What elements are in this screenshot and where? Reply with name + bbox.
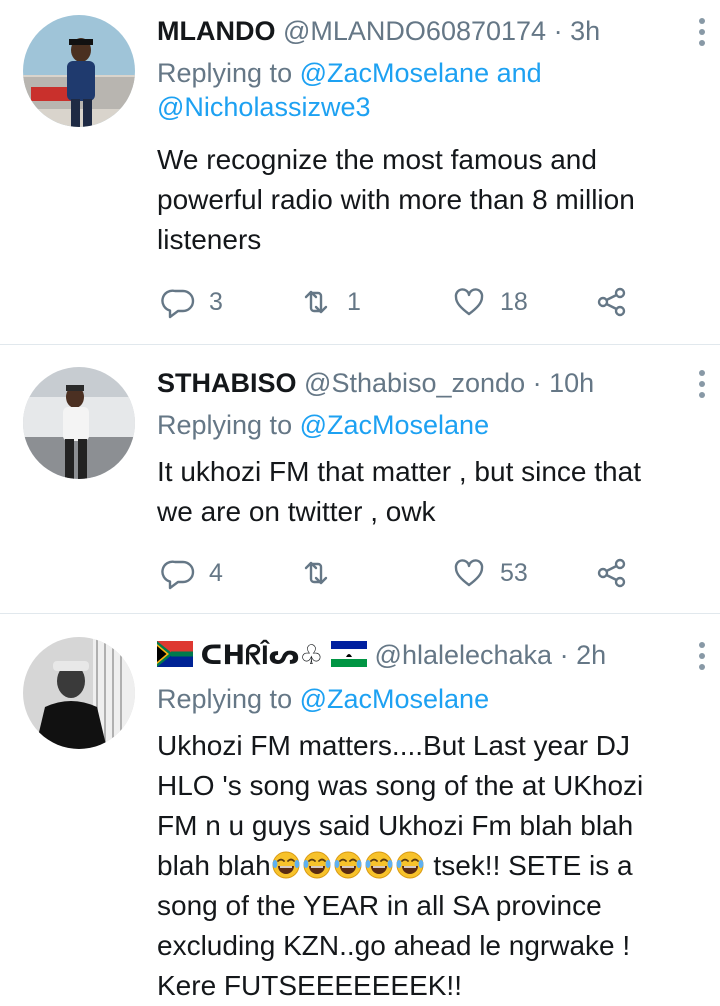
text-line: HLO 's song was song of the at UKhozi bbox=[157, 770, 644, 801]
avatar[interactable] bbox=[23, 637, 135, 749]
face-with-tears-of-joy-icon bbox=[395, 851, 424, 879]
text-fragment: blah blah bbox=[157, 850, 271, 881]
display-name[interactable]: ᑕᕼᖇÎᔕ♧ bbox=[201, 640, 324, 670]
mention-link[interactable]: @ZacMoselane bbox=[300, 684, 490, 714]
like-count: 53 bbox=[500, 558, 528, 587]
text-line: FM n u guys said Ukhozi Fm blah blah bbox=[157, 810, 634, 841]
handle[interactable]: @MLANDO60870174 bbox=[283, 16, 546, 46]
retweet-count: 1 bbox=[347, 287, 361, 316]
tweet-mlando[interactable]: MLANDO @MLANDO60870174 · 3h Replying to … bbox=[0, 0, 720, 345]
replying-to: Replying to @ZacMoselane bbox=[157, 682, 700, 716]
text-line: we are on twitter , owk bbox=[157, 496, 436, 527]
text-line: excluding KZN..go ahead le ngrwake ! bbox=[157, 930, 631, 961]
more-options-icon[interactable] bbox=[698, 18, 706, 51]
tweet-actions: 3 1 18 bbox=[157, 282, 720, 322]
timestamp[interactable]: · 10h bbox=[533, 368, 595, 398]
text-fragment: tsek!! SETE is a bbox=[425, 850, 633, 881]
lesotho-flag-icon bbox=[331, 641, 368, 667]
reply-count: 4 bbox=[209, 558, 223, 587]
text-line: Kere FUTSEEEEEEEK!! bbox=[157, 970, 462, 1001]
tweet-header: STHABISO @Sthabiso_zondo · 10h bbox=[157, 366, 680, 400]
mention-link[interactable]: @ZacMoselane bbox=[300, 410, 490, 440]
reply-icon bbox=[161, 560, 195, 590]
share-icon bbox=[597, 287, 626, 317]
more-options-icon[interactable] bbox=[698, 642, 706, 675]
south-africa-flag-icon bbox=[157, 641, 193, 667]
display-name[interactable]: MLANDO bbox=[157, 16, 275, 46]
mention-link[interactable]: @Nicholassizwe3 bbox=[157, 92, 370, 122]
text-line: powerful radio with more than 8 million bbox=[157, 184, 635, 215]
text-line: It ukhozi FM that matter , but since tha… bbox=[157, 456, 641, 487]
text-line: We recognize the most famous and bbox=[157, 144, 597, 175]
tweet-text: It ukhozi FM that matter , but since tha… bbox=[157, 452, 704, 532]
avatar[interactable] bbox=[23, 367, 135, 479]
tweet-text: We recognize the most famous and powerfu… bbox=[157, 140, 704, 260]
emoji-row bbox=[271, 850, 426, 881]
reply-button[interactable]: 4 bbox=[161, 553, 223, 593]
retweet-button[interactable]: 1 bbox=[299, 282, 361, 322]
like-icon bbox=[454, 288, 484, 316]
text-line: blah blah tsek!! SETE is a bbox=[157, 846, 704, 886]
share-button[interactable] bbox=[595, 553, 629, 593]
replying-prefix: Replying to bbox=[157, 410, 300, 440]
share-button[interactable] bbox=[595, 282, 629, 322]
face-with-tears-of-joy-icon bbox=[364, 851, 393, 879]
retweet-icon bbox=[304, 561, 328, 585]
tweet-actions: 4 53 bbox=[157, 553, 720, 593]
like-icon bbox=[454, 559, 484, 587]
replying-to: Replying to @ZacMoselane bbox=[157, 408, 700, 442]
reply-icon bbox=[161, 289, 195, 319]
face-with-tears-of-joy-icon bbox=[302, 851, 331, 879]
face-with-tears-of-joy-icon bbox=[333, 851, 362, 879]
replying-and[interactable]: and bbox=[489, 58, 542, 88]
avatar[interactable] bbox=[23, 15, 135, 127]
more-options-icon[interactable] bbox=[698, 370, 706, 403]
like-button[interactable]: 53 bbox=[452, 553, 528, 593]
tweet-header: MLANDO @MLANDO60870174 · 3h bbox=[157, 14, 680, 48]
replying-prefix: Replying to bbox=[157, 58, 300, 88]
timestamp[interactable]: · 3h bbox=[554, 16, 601, 46]
reply-button[interactable]: 3 bbox=[161, 282, 223, 322]
handle[interactable]: @hlalelechaka bbox=[375, 640, 553, 670]
share-icon bbox=[597, 558, 626, 588]
replying-to: Replying to @ZacMoselane and @Nicholassi… bbox=[157, 56, 700, 124]
tweet-chris[interactable]: ᑕᕼᖇÎᔕ♧ @hlalelechaka · 2h Replying to @Z… bbox=[0, 614, 720, 1006]
reply-count: 3 bbox=[209, 287, 223, 316]
display-name[interactable]: STHABISO bbox=[157, 368, 297, 398]
text-line: song of the YEAR in all SA province bbox=[157, 890, 602, 921]
mention-link[interactable]: @ZacMoselane bbox=[300, 58, 490, 88]
tweet-text: Ukhozi FM matters....But Last year DJ HL… bbox=[157, 726, 704, 1006]
replying-prefix: Replying to bbox=[157, 684, 300, 714]
like-count: 18 bbox=[500, 287, 528, 316]
face-with-tears-of-joy-icon bbox=[271, 851, 300, 879]
retweet-icon bbox=[304, 290, 328, 314]
tweet-sthabiso[interactable]: STHABISO @Sthabiso_zondo · 10h Replying … bbox=[0, 345, 720, 614]
timestamp[interactable]: · 2h bbox=[560, 640, 607, 670]
handle[interactable]: @Sthabiso_zondo bbox=[304, 368, 525, 398]
text-line: Ukhozi FM matters....But Last year DJ bbox=[157, 730, 631, 761]
text-line: listeners bbox=[157, 224, 262, 255]
like-button[interactable]: 18 bbox=[452, 282, 528, 322]
tweet-header: ᑕᕼᖇÎᔕ♧ @hlalelechaka · 2h bbox=[157, 638, 680, 672]
retweet-button[interactable] bbox=[299, 553, 347, 593]
